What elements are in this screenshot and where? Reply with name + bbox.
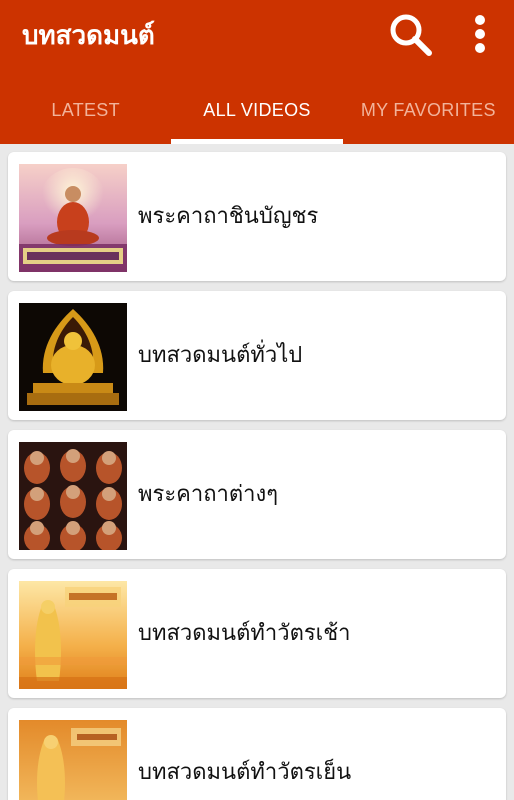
video-category-title: พระคาถาชินบัญชร <box>138 204 319 229</box>
tab-all-videos-label: ALL VIDEOS <box>203 100 311 120</box>
video-thumbnail <box>19 164 127 272</box>
video-category-card[interactable]: พระคาถาชินบัญชร <box>8 152 506 281</box>
video-thumbnail <box>19 442 127 550</box>
video-category-title: บทสวดมนต์ทั่วไป <box>138 343 303 368</box>
tab-latest[interactable]: LATEST <box>0 80 171 144</box>
tab-my-favorites-label: MY FAVORITES <box>360 100 496 120</box>
app-bar: บทสวดมนต์ LATEST ALL VIDEOS MY FAVORITES <box>0 0 514 144</box>
tab-all-videos[interactable]: ALL VIDEOS <box>171 80 343 144</box>
tab-my-favorites[interactable]: MY FAVORITES <box>343 80 514 144</box>
video-category-title: พระคาถาต่างๆ <box>138 482 279 507</box>
video-category-title: บทสวดมนต์ทำวัตรเย็น <box>138 760 352 785</box>
video-category-card[interactable]: พระคาถาต่างๆ <box>8 430 506 559</box>
more-vert-icon <box>475 15 485 53</box>
search-icon <box>390 14 432 56</box>
video-category-title: บทสวดมนต์ทำวัตรเช้า <box>138 621 351 646</box>
video-category-list[interactable]: พระคาถาชินบัญชร บทสวดมนต์ทั่วไป พระคาถาต… <box>0 144 514 800</box>
search-button[interactable] <box>384 8 436 60</box>
video-category-card[interactable]: บทสวดมนต์ทั่วไป <box>8 291 506 420</box>
tab-bar: LATEST ALL VIDEOS MY FAVORITES <box>0 80 514 144</box>
video-thumbnail <box>19 303 127 411</box>
more-options-button[interactable] <box>462 8 498 60</box>
video-category-card[interactable]: บทสวดมนต์ทำวัตรเช้า <box>8 569 506 698</box>
video-category-card[interactable]: บทสวดมนต์ทำวัตรเย็น <box>8 708 506 800</box>
video-thumbnail <box>19 581 127 689</box>
video-thumbnail <box>19 720 127 800</box>
app-title: บทสวดมนต์ <box>22 21 155 51</box>
tab-latest-label: LATEST <box>51 100 120 120</box>
